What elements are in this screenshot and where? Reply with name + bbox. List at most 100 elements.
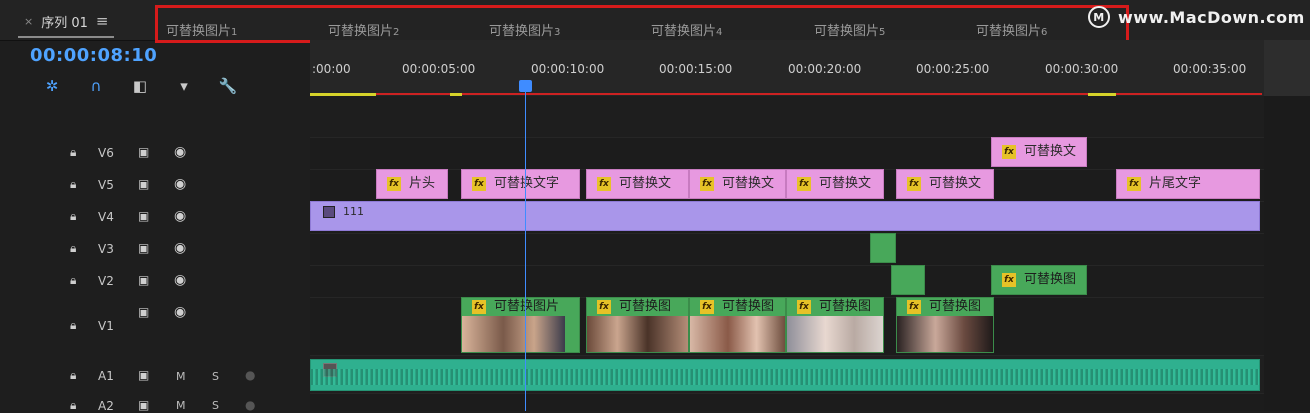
clip-v4-nested[interactable]: 111 xyxy=(310,201,1260,231)
ruler-tick-label: 00:00:35:00 xyxy=(1173,62,1247,76)
fx-icon: fx xyxy=(597,300,611,314)
clip-v1-image[interactable]: fx 可替换图 xyxy=(586,297,689,353)
sync-lock-icon[interactable]: ▣ xyxy=(138,177,149,191)
clip-v1-image[interactable]: fx 可替换图 xyxy=(689,297,786,353)
audio-waveform xyxy=(311,369,1259,385)
track-name: A1 xyxy=(98,369,114,383)
sync-lock-icon[interactable]: ▣ xyxy=(138,368,149,382)
fx-icon: fx xyxy=(907,177,921,191)
track-lane-v2[interactable] xyxy=(310,265,1264,297)
lock-icon[interactable]: 🔒︎ xyxy=(70,209,76,224)
track-header-v5: 🔒︎ V5 ▣ ◉ xyxy=(0,169,310,201)
wrench-icon[interactable]: 🔧 xyxy=(206,74,250,98)
fx-icon: fx xyxy=(700,177,714,191)
ruler-tick-label: :00:00 xyxy=(312,62,351,76)
ruler-tick-label: 00:00:20:00 xyxy=(788,62,862,76)
ruler-scroll-area xyxy=(1264,40,1310,96)
track-lane-a2[interactable] xyxy=(310,393,1264,411)
solo-button[interactable]: S xyxy=(212,399,219,412)
microphone-icon[interactable]: ● xyxy=(245,398,255,412)
menu-icon[interactable]: ≡ xyxy=(96,12,109,30)
eye-icon[interactable]: ◉ xyxy=(174,208,186,224)
fx-icon: fx xyxy=(700,300,714,314)
track-name: V1 xyxy=(98,319,114,333)
tab-replaceable-image-2[interactable]: 可替换图片2 xyxy=(328,20,399,39)
sync-lock-icon[interactable]: ▣ xyxy=(138,145,149,159)
clip-v1-image[interactable]: fx 可替换图 xyxy=(896,297,994,353)
add-marker-icon[interactable]: ◧ xyxy=(118,74,162,98)
clip-v5-title[interactable]: fx 可替换文 xyxy=(896,169,994,199)
ruler-tick-label: 00:00:15:00 xyxy=(659,62,733,76)
tab-replaceable-image-6[interactable]: 可替换图片6 xyxy=(976,20,1047,39)
timeline-right-panel xyxy=(1264,96,1310,411)
macdown-logo-icon: M xyxy=(1088,6,1110,28)
track-name: V5 xyxy=(98,178,114,192)
clip-v3-image[interactable] xyxy=(870,233,896,263)
clip-label: 可替换文 xyxy=(722,176,775,191)
playhead-handle[interactable] xyxy=(519,80,532,92)
clip-thumbnail xyxy=(787,316,883,352)
clip-v5-title[interactable]: fx 片头 xyxy=(376,169,448,199)
clip-thumbnail xyxy=(690,316,785,352)
clip-v5-title[interactable]: fx 可替换文字 xyxy=(461,169,580,199)
playhead-timecode[interactable]: 00:00:08:10 xyxy=(30,45,157,66)
eye-icon[interactable]: ◉ xyxy=(174,240,186,256)
eye-icon[interactable]: ◉ xyxy=(174,144,186,160)
solo-button[interactable]: S xyxy=(212,370,219,383)
track-name: V4 xyxy=(98,210,114,224)
sync-lock-icon[interactable]: ▣ xyxy=(138,305,149,319)
close-icon[interactable]: × xyxy=(24,15,33,28)
tab-replaceable-image-5[interactable]: 可替换图片5 xyxy=(814,20,885,39)
snap-icon[interactable]: ✲ xyxy=(30,74,74,98)
marker-icon[interactable]: ▾ xyxy=(162,74,206,98)
lock-icon[interactable]: 🔒︎ xyxy=(70,318,76,333)
track-header-v3: 🔒︎ V3 ▣ ◉ xyxy=(0,233,310,265)
lock-icon[interactable]: 🔒︎ xyxy=(70,145,76,160)
clip-v5-title[interactable]: fx 可替换文 xyxy=(689,169,786,199)
tab-replaceable-image-4[interactable]: 可替换图片4 xyxy=(651,20,722,39)
eye-icon[interactable]: ◉ xyxy=(174,176,186,192)
ruler-tick-label: 00:00:25:00 xyxy=(916,62,990,76)
clip-a1-audio[interactable] xyxy=(310,359,1260,391)
clip-v2-image[interactable]: fx 可替换图 xyxy=(991,265,1087,295)
highlight-box: 可替换图片1 可替换图片2 可替换图片3 可替换图片4 可替换图片5 可替换图片… xyxy=(155,5,1129,43)
time-ruler[interactable]: :00:00 00:00:05:00 00:00:10:00 00:00:15:… xyxy=(310,40,1264,96)
track-header-v4: 🔒︎ V4 ▣ ◉ xyxy=(0,201,310,233)
microphone-icon[interactable]: ● xyxy=(245,368,255,382)
track-lane-v3[interactable] xyxy=(310,233,1264,265)
fx-icon: fx xyxy=(1002,145,1016,159)
track-lane-v6[interactable] xyxy=(310,137,1264,169)
sync-lock-icon[interactable]: ▣ xyxy=(138,209,149,223)
lock-icon[interactable]: 🔒︎ xyxy=(70,241,76,256)
track-name: V3 xyxy=(98,242,114,256)
fx-icon: fx xyxy=(1002,273,1016,287)
mute-button[interactable]: M xyxy=(176,399,186,412)
clip-label: 111 xyxy=(343,205,364,218)
clip-v1-image[interactable]: fx 可替换图 xyxy=(786,297,884,353)
lock-icon[interactable]: 🔒︎ xyxy=(70,177,76,192)
lock-icon[interactable]: 🔒︎ xyxy=(70,368,76,383)
sync-lock-icon[interactable]: ▣ xyxy=(138,398,149,412)
eye-icon[interactable]: ◉ xyxy=(174,304,186,320)
mute-button[interactable]: M xyxy=(176,370,186,383)
sync-lock-icon[interactable]: ▣ xyxy=(138,273,149,287)
playhead-line[interactable] xyxy=(525,84,526,411)
lock-icon[interactable]: 🔒︎ xyxy=(70,273,76,288)
track-header-a1: 🔒︎ A1 ▣ M S ● xyxy=(0,361,310,391)
eye-icon[interactable]: ◉ xyxy=(174,272,186,288)
clip-v1-image[interactable]: fx 可替换图片 xyxy=(461,297,580,353)
clip-v5-title[interactable]: fx 片尾文字 xyxy=(1116,169,1260,199)
ruler-tick-label: 00:00:05:00 xyxy=(402,62,476,76)
sequence-tab[interactable]: × 序列 01 ≡ xyxy=(18,6,115,38)
sync-lock-icon[interactable]: ▣ xyxy=(138,241,149,255)
clip-v5-title[interactable]: fx 可替换文 xyxy=(786,169,884,199)
tab-replaceable-image-1[interactable]: 可替换图片1 xyxy=(166,20,237,39)
clip-label: 可替换文 xyxy=(819,176,872,191)
clip-label: 可替换图 xyxy=(722,299,775,314)
clip-v2-image[interactable] xyxy=(891,265,925,295)
clip-v6-title[interactable]: fx 可替换文 xyxy=(991,137,1087,167)
clip-v5-title[interactable]: fx 可替换文 xyxy=(586,169,689,199)
fx-icon: fx xyxy=(907,300,921,314)
linked-selection-icon[interactable]: ∩ xyxy=(74,74,118,98)
tab-replaceable-image-3[interactable]: 可替换图片3 xyxy=(489,20,560,39)
